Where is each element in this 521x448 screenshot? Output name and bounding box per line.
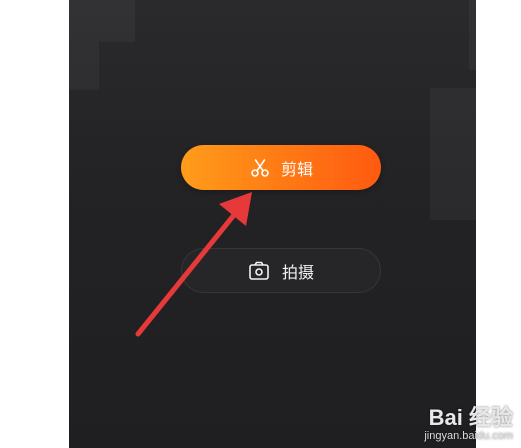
- edit-button-label: 剪辑: [280, 159, 313, 179]
- edit-button[interactable]: 剪辑: [181, 145, 381, 190]
- app-screen: 剪辑 拍摄: [69, 0, 476, 448]
- page: 剪辑 拍摄 Bai 经验 jingyan.baidu.com: [0, 0, 521, 448]
- watermark-url: jingyan.baidu.com: [424, 430, 513, 442]
- background-tile: [430, 88, 476, 220]
- background-tile: [469, 0, 476, 70]
- background-tile: [69, 0, 99, 90]
- shoot-button[interactable]: 拍摄: [181, 248, 381, 293]
- camera-icon: [248, 260, 270, 282]
- baidu-jingyan-watermark: Bai 经验 jingyan.baidu.com: [393, 400, 513, 446]
- scissors-icon: [249, 157, 271, 179]
- watermark-logo: Bai 经验: [428, 405, 513, 430]
- background-tile: [99, 0, 135, 42]
- shoot-button-label: 拍摄: [281, 262, 314, 282]
